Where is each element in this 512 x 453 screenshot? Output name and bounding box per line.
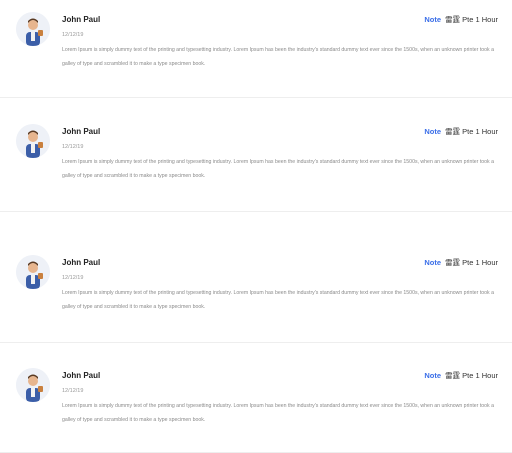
person-avatar-icon[interactable] xyxy=(16,368,50,402)
review-feed: Note 雷霆 Pte 1 Hour John Paul 12/12/19 Lor… xyxy=(0,0,512,453)
review-text: Lorem Ipsum is simply dummy text of the … xyxy=(62,159,494,179)
person-avatar-icon[interactable] xyxy=(16,12,50,46)
review-text: Lorem Ipsum is simply dummy text of the … xyxy=(62,290,494,310)
person-avatar-icon[interactable] xyxy=(16,255,50,289)
divider xyxy=(0,97,512,98)
divider xyxy=(0,342,512,343)
review-item: Note 雷霆 Pte 1 Hour John Paul 12/12/19 Lor… xyxy=(0,10,512,71)
review-date: 12/12/19 xyxy=(62,275,84,281)
review-date: 12/12/19 xyxy=(62,144,84,150)
review-meta: Note 雷霆 Pte 1 Hour xyxy=(424,125,498,139)
review-body: Note 雷霆 Pte 1 Hour John Paul 12/12/19 Lor… xyxy=(62,122,498,183)
review-text: Lorem Ipsum is simply dummy text of the … xyxy=(62,47,494,67)
review-item: Note 雷霆 Pte 1 Hour John Paul 12/12/19 Lor… xyxy=(0,253,512,314)
note-link[interactable]: Note xyxy=(424,371,441,380)
review-body: Note 雷霆 Pte 1 Hour John Paul 12/12/19 Lor… xyxy=(62,10,498,71)
review-body: Note 雷霆 Pte 1 Hour John Paul 12/12/19 Lor… xyxy=(62,253,498,314)
review-time: 雷霆 Pte 1 Hour xyxy=(445,127,498,136)
review-text: Lorem Ipsum is simply dummy text of the … xyxy=(62,403,494,423)
note-link[interactable]: Note xyxy=(424,258,441,267)
review-meta: Note 雷霆 Pte 1 Hour xyxy=(424,13,498,27)
review-date: 12/12/19 xyxy=(62,388,84,394)
review-meta: Note 雷霆 Pte 1 Hour xyxy=(424,369,498,383)
divider xyxy=(0,211,512,212)
review-meta: Note 雷霆 Pte 1 Hour xyxy=(424,256,498,270)
review-date: 12/12/19 xyxy=(62,32,84,38)
review-item: Note 雷霆 Pte 1 Hour John Paul 12/12/19 Lor… xyxy=(0,122,512,183)
note-link[interactable]: Note xyxy=(424,15,441,24)
review-time: 雷霆 Pte 1 Hour xyxy=(445,15,498,24)
person-avatar-icon[interactable] xyxy=(16,124,50,158)
review-time: 雷霆 Pte 1 Hour xyxy=(445,371,498,380)
review-body: Note 雷霆 Pte 1 Hour John Paul 12/12/19 Lor… xyxy=(62,366,498,427)
review-time: 雷霆 Pte 1 Hour xyxy=(445,258,498,267)
review-item: Note 雷霆 Pte 1 Hour John Paul 12/12/19 Lor… xyxy=(0,366,512,427)
note-link[interactable]: Note xyxy=(424,127,441,136)
